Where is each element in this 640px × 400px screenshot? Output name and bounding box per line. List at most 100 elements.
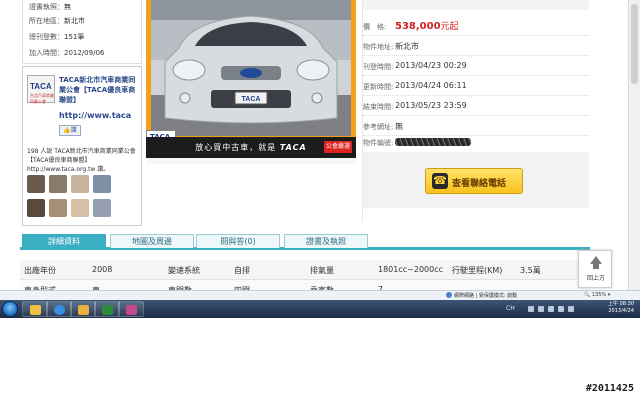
back-to-top-label: 回上方 xyxy=(586,275,605,282)
taca-logo[interactable]: TACA 台北汽車商業同業公會 xyxy=(27,75,55,104)
seller-region-label: 所在地區： xyxy=(29,17,64,25)
price-value: 538,000元起 xyxy=(395,19,459,32)
explorer-icon xyxy=(30,305,41,315)
clock-date: 2013/4/24 xyxy=(608,308,634,314)
end-time-value: 2013/05/23 23:59 xyxy=(395,101,467,110)
taca-logo-text: TACA xyxy=(30,82,52,91)
page-scrollbar[interactable] xyxy=(628,0,640,290)
fan-avatar[interactable] xyxy=(27,175,45,193)
paint-icon xyxy=(126,305,137,315)
taskbar-app-folder[interactable] xyxy=(70,301,96,317)
spec-label: 排氣量 xyxy=(310,266,334,275)
update-time-row: 更新時間: 2013/04/24 06:11 xyxy=(363,76,589,96)
fb-like-button[interactable]: 👍讚 xyxy=(59,125,81,136)
price-amount: 538,000 xyxy=(395,21,441,32)
internet-explorer-icon xyxy=(54,305,65,315)
fb-page-title-link[interactable]: TACA新北市汽車商業同業公會【TACA優良車商聯盟】 xyxy=(59,75,141,103)
car-photo-image: TACA xyxy=(151,0,351,136)
update-time-label: 更新時間: xyxy=(363,83,394,91)
windows-taskbar: CH 上午 08:30 2013/4/24 xyxy=(0,300,640,318)
spec-label: 行駛里程(KM) xyxy=(452,266,503,275)
fan-avatar[interactable] xyxy=(93,175,111,193)
price-unit: 元起 xyxy=(440,22,459,32)
seller-region-value: 新北市 xyxy=(64,17,85,25)
seller-license-row: 證書執照：無 xyxy=(29,2,71,12)
seller-region-row: 所在地區：新北市 xyxy=(29,16,85,26)
seller-count-row: 總刊登數：151筆 xyxy=(29,32,84,42)
seller-count-label: 總刊登數： xyxy=(29,33,64,41)
fan-avatar[interactable] xyxy=(27,199,45,217)
spec-value: 自排 xyxy=(234,266,250,275)
spec-label: 變速系統 xyxy=(168,266,200,275)
detail-tabs: 詳細資料 地圖及周邊 問與答(0) 證書及執照 xyxy=(20,232,590,250)
fan-avatar[interactable] xyxy=(93,199,111,217)
tray-arrow-icon[interactable] xyxy=(528,306,534,312)
volume-icon[interactable] xyxy=(548,306,554,312)
power-icon[interactable] xyxy=(568,306,574,312)
spec-table: 出廠年份 2008 變速系統 自排 排氣量 1801cc~2000cc 行駛里程… xyxy=(20,260,590,300)
seller-info-panel: 證書執照：無 所在地區：新北市 總刊登數：151筆 加入時間：2012/09/0… xyxy=(22,0,142,64)
seller-joined-row: 加入時間：2012/09/06 xyxy=(29,48,104,58)
redacted-scribble xyxy=(395,138,471,146)
address-value: 新北市 xyxy=(395,42,419,51)
photo-caption-brand: TACA xyxy=(279,143,307,152)
listing-detail-panel: 價 格: 538,000元起 物件地址: 新北市 刊登時間: 2013/04/2… xyxy=(362,0,589,222)
fan-avatar[interactable] xyxy=(71,175,89,193)
network-icon[interactable] xyxy=(538,306,544,312)
browser-status-bar: 網際網路 | 受保護模式: 啟動 🔍 135% ▾ xyxy=(0,290,640,300)
seller-joined-label: 加入時間： xyxy=(29,49,64,57)
fb-like-count-text: 198 人說 TACA新北市汽車商業同業公會【TACA優良車商聯盟】http:/… xyxy=(27,148,136,173)
fan-avatar[interactable] xyxy=(49,175,67,193)
fb-page-url-link[interactable]: http://www.taca xyxy=(59,111,141,120)
listing-id-label: 物件編號: xyxy=(363,139,394,147)
language-indicator[interactable]: CH xyxy=(506,305,515,312)
globe-icon xyxy=(446,292,452,298)
contact-area: ☎ 查看聯絡電話 xyxy=(363,152,589,208)
zoom-control[interactable]: 🔍 135% ▾ xyxy=(584,292,610,298)
post-time-row: 刊登時間: 2013/04/23 00:29 xyxy=(363,56,589,76)
security-zone-text[interactable]: 網際網路 | 受保護模式: 啟動 xyxy=(454,292,517,299)
taskbar-app-ie[interactable] xyxy=(46,301,72,317)
browser-content: 證書執照：無 所在地區：新北市 總刊登數：151筆 加入時間：2012/09/0… xyxy=(0,0,640,318)
taskbar-clock[interactable]: 上午 08:30 2013/4/24 xyxy=(588,301,634,315)
image-id-watermark: #2011425 xyxy=(585,383,634,394)
table-row: 出廠年份 2008 變速系統 自排 排氣量 1801cc~2000cc 行駛里程… xyxy=(20,260,590,280)
start-button[interactable] xyxy=(2,301,18,317)
photo-caption-text: 放心買中古車，就是 xyxy=(195,143,277,152)
zoom-icon: 🔍 xyxy=(584,292,591,298)
detail-panel-header xyxy=(363,0,589,10)
flag-icon[interactable] xyxy=(558,306,564,312)
spec-value: 3.5萬 xyxy=(520,266,541,275)
back-to-top-button[interactable]: 回上方 xyxy=(578,250,612,288)
seller-count-value: 151筆 xyxy=(64,33,85,41)
car-photo[interactable]: TACA xyxy=(151,0,351,136)
post-time-label: 刊登時間: xyxy=(363,63,394,71)
fb-like-label: 讚 xyxy=(70,127,77,134)
folder-icon xyxy=(78,305,89,315)
update-time-value: 2013/04/24 06:11 xyxy=(395,81,467,90)
address-label: 物件地址: xyxy=(363,43,394,51)
taskbar-app-paint[interactable] xyxy=(118,301,144,317)
spec-value: 2008 xyxy=(92,265,113,274)
view-phone-button[interactable]: ☎ 查看聯絡電話 xyxy=(425,168,523,194)
spec-value: 1801cc~2000cc xyxy=(378,265,444,274)
system-tray: CH 上午 08:30 2013/4/24 xyxy=(506,301,638,317)
tab-map[interactable]: 地圖及周邊 xyxy=(110,234,194,248)
end-time-row: 結束時間: 2013/05/23 23:59 xyxy=(363,96,589,116)
end-time-label: 結束時間: xyxy=(363,103,394,111)
tab-details[interactable]: 詳細資料 xyxy=(22,234,106,248)
svg-text:TACA: TACA xyxy=(242,96,261,103)
tab-qa[interactable]: 問與答(0) xyxy=(196,234,280,248)
seller-license-label: 證書執照： xyxy=(29,3,64,11)
tab-certificates[interactable]: 證書及執照 xyxy=(284,234,368,248)
taskbar-app-excel[interactable] xyxy=(94,301,120,317)
scrollbar-thumb[interactable] xyxy=(631,4,638,84)
address-row: 物件地址: 新北市 xyxy=(363,36,589,56)
phone-icon: ☎ xyxy=(432,173,448,189)
post-time-value: 2013/04/23 00:29 xyxy=(395,61,467,70)
view-phone-label: 查看聯絡電話 xyxy=(452,179,507,189)
spec-label: 出廠年份 xyxy=(24,266,56,275)
fan-avatar[interactable] xyxy=(71,199,89,217)
taskbar-app-explorer[interactable] xyxy=(22,301,48,317)
fan-avatar[interactable] xyxy=(49,199,67,217)
